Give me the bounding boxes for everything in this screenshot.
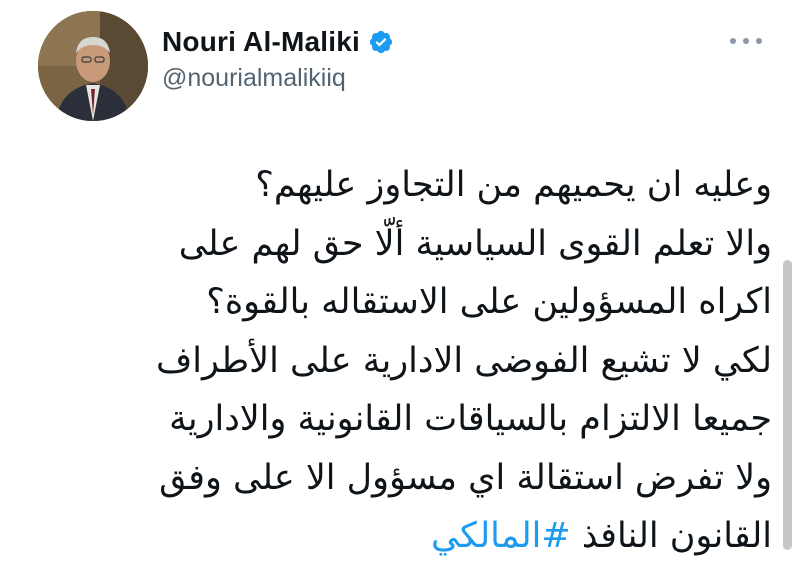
- tweet-line: ولا تفرض استقالة اي مسؤول الا على وفق: [159, 457, 772, 498]
- display-name[interactable]: Nouri Al-Maliki: [162, 26, 360, 58]
- tweet-line: جميعا الالتزام بالسياقات القانونية والاد…: [169, 399, 772, 439]
- tweet-text: وعليه ان يحميهم من التجاوز عليهم؟ والا ت…: [72, 156, 772, 566]
- author-block: Nouri Al-Maliki @nourialmalikiiq: [162, 22, 394, 93]
- dot: [730, 38, 736, 44]
- tweet-line-last: القانون النافذ #المالكي: [72, 507, 772, 566]
- avatar[interactable]: [38, 11, 148, 121]
- tweet-line: اكراه المسؤولين على الاستقاله بالقوة؟: [206, 282, 772, 322]
- tweet-line-text: القانون النافذ: [581, 516, 772, 556]
- hashtag-link[interactable]: #المالكي: [431, 516, 571, 556]
- name-row: Nouri Al-Maliki: [162, 22, 394, 62]
- tweet-line: لكي لا تشيع الفوضى الادارية على الأطراف: [155, 340, 772, 381]
- more-options-icon[interactable]: [730, 34, 762, 48]
- tweet: Nouri Al-Maliki @nourialmalikiiq وعليه ا…: [0, 0, 800, 585]
- dot: [743, 38, 749, 44]
- handle[interactable]: @nourialmalikiiq: [162, 64, 394, 93]
- verified-badge-icon: [368, 29, 394, 55]
- dot: [756, 38, 762, 44]
- scrollbar[interactable]: [783, 260, 792, 550]
- tweet-line: والا تعلم القوى السياسية ألّا حق لهم على: [178, 223, 772, 264]
- tweet-line: وعليه ان يحميهم من التجاوز عليهم؟: [255, 165, 772, 205]
